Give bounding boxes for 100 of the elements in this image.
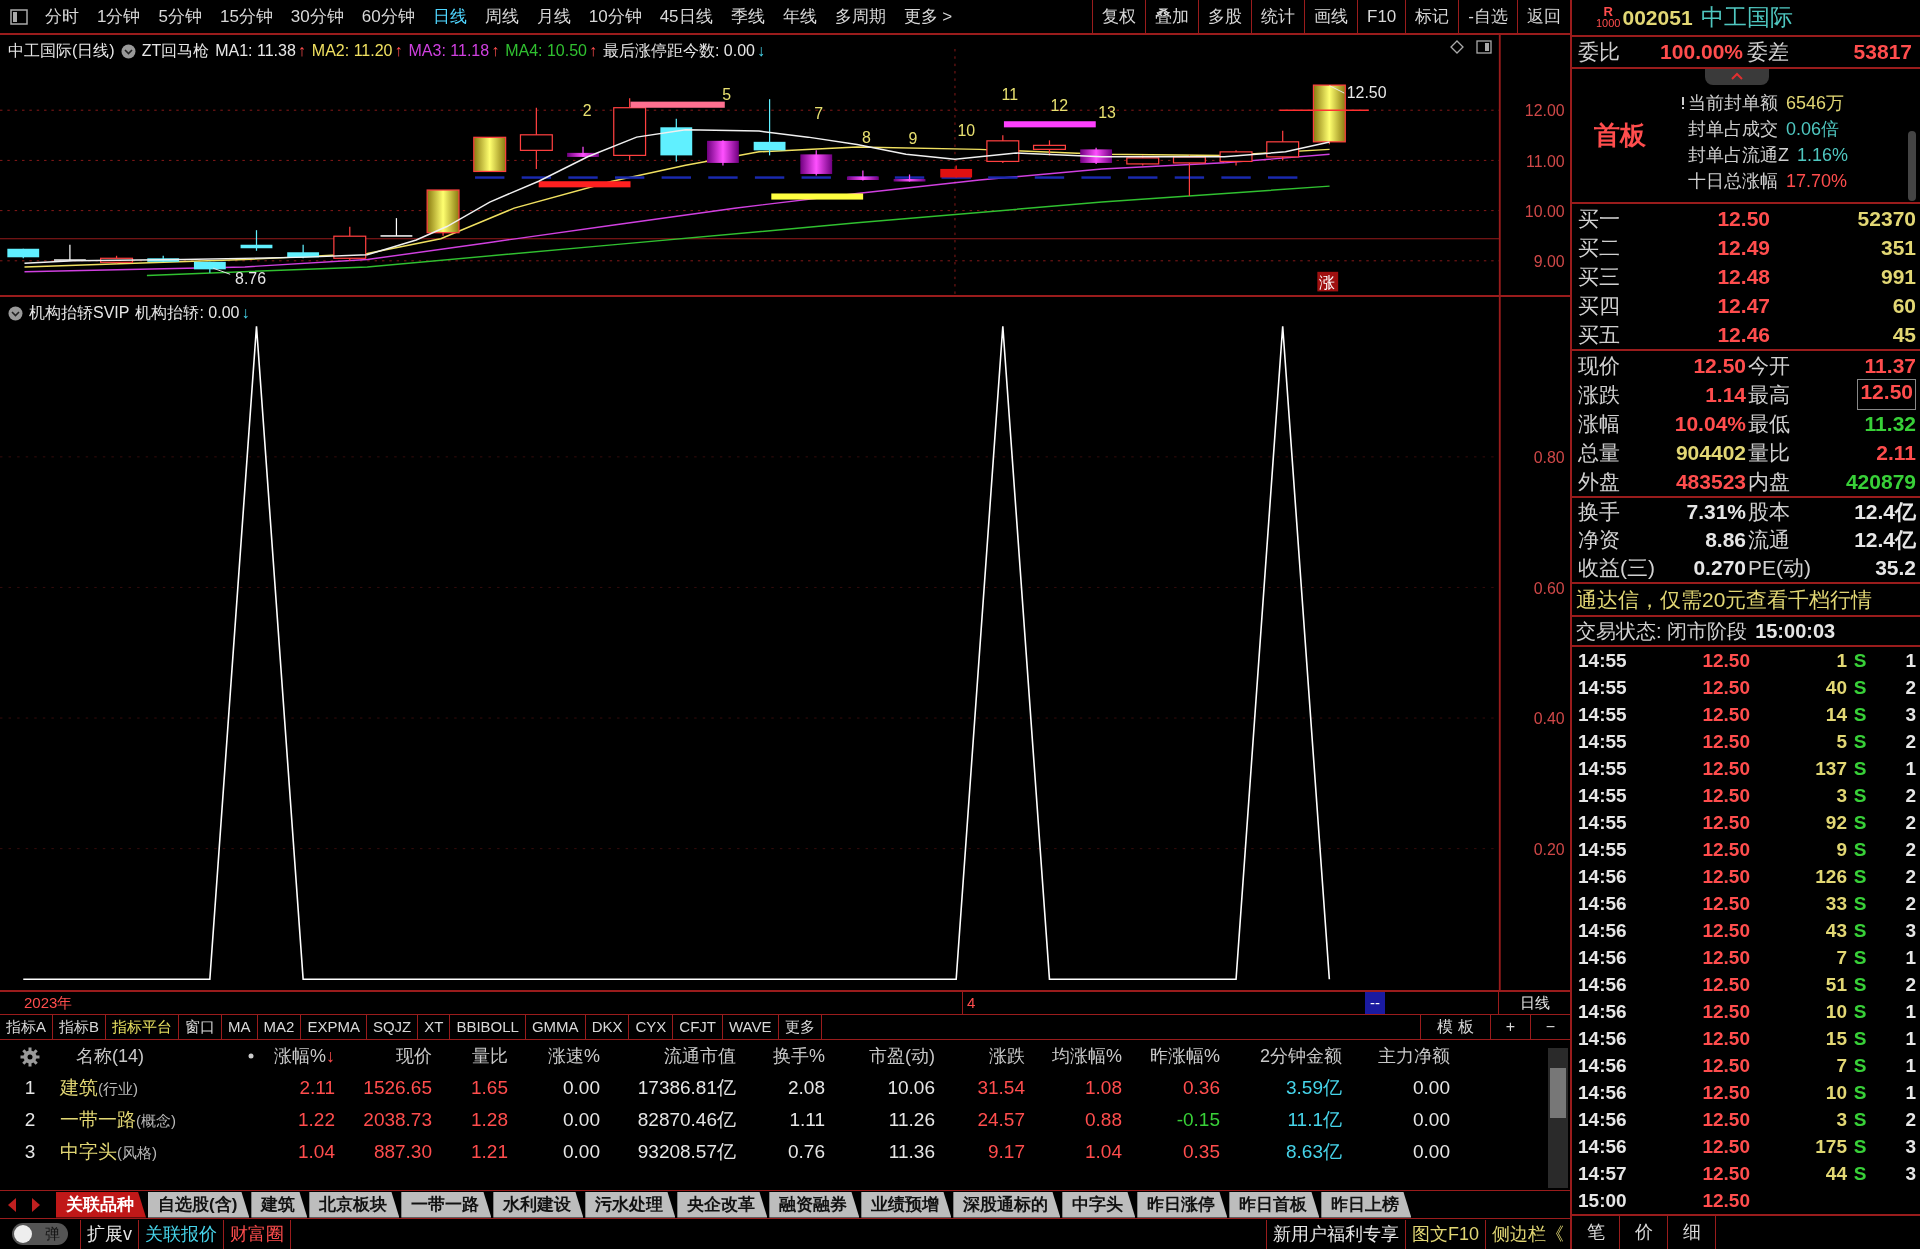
column-header[interactable]: 涨跌 xyxy=(989,1042,1025,1070)
scroll-thumb[interactable] xyxy=(1550,1068,1566,1118)
dropdown-icon[interactable] xyxy=(8,305,23,321)
period-tab[interactable]: 分时 xyxy=(36,0,88,33)
sector-tab[interactable]: 融资融券 xyxy=(769,1191,860,1218)
tick-tab[interactable]: 价 xyxy=(1620,1216,1668,1249)
column-header[interactable]: 流通市值 xyxy=(664,1042,736,1070)
toolbar-button[interactable]: 返回 xyxy=(1517,0,1570,33)
quote-label: 最低 xyxy=(1748,410,1790,437)
sector-tab[interactable]: 昨日涨停 xyxy=(1137,1191,1228,1218)
add-button[interactable]: + xyxy=(1490,1015,1530,1039)
indicator-tab[interactable]: EXPMA xyxy=(301,1015,367,1039)
period-tab[interactable]: 30分钟 xyxy=(281,0,353,33)
indicator-tab[interactable]: MA xyxy=(222,1015,258,1039)
period-tab[interactable]: 周线 xyxy=(475,0,528,33)
period-tab[interactable]: 10分钟 xyxy=(579,0,651,33)
period-tab[interactable]: 多周期 xyxy=(825,0,895,33)
column-header[interactable]: 昨涨幅% xyxy=(1150,1042,1220,1070)
toolbar-button[interactable]: -自选 xyxy=(1458,0,1517,33)
indicator-tab[interactable]: BBIBOLL xyxy=(450,1015,526,1039)
column-header[interactable]: 主力净额 xyxy=(1378,1042,1450,1070)
column-header[interactable]: 现价 xyxy=(396,1042,432,1070)
indicator-tab[interactable]: DKX xyxy=(585,1015,630,1039)
sector-name[interactable]: 中字头 xyxy=(60,1137,117,1167)
indicator-tab[interactable]: 指标B xyxy=(53,1015,107,1039)
table-cell-text: 1.22 xyxy=(297,1107,335,1132)
toolbar-button[interactable]: 画线 xyxy=(1304,0,1358,33)
sector-tab[interactable]: 业绩预增 xyxy=(861,1191,952,1218)
period-tab[interactable]: 季线 xyxy=(721,0,774,33)
sector-tab[interactable]: 央企改革 xyxy=(677,1191,768,1218)
sector-tab[interactable]: 关联品种 xyxy=(56,1191,146,1218)
period-tab[interactable]: 15分钟 xyxy=(210,0,282,33)
toolbar-button[interactable]: 多股 xyxy=(1198,0,1252,33)
sector-tab[interactable]: 污水处理 xyxy=(585,1191,676,1218)
settings-icon[interactable] xyxy=(20,1046,40,1067)
trend-arrow: ↑ xyxy=(588,41,597,61)
sector-name[interactable]: 一带一路 xyxy=(60,1105,136,1135)
status-link[interactable]: 侧边栏《 xyxy=(1485,1219,1570,1249)
period-tab[interactable]: 年线 xyxy=(773,0,826,33)
more-tab[interactable]: 更多 xyxy=(778,1015,822,1039)
column-header[interactable]: 量比 xyxy=(472,1042,508,1070)
column-header[interactable]: 2分钟金额 xyxy=(1260,1042,1342,1070)
quote-value: 12.50 xyxy=(1693,352,1746,379)
indicator-tab[interactable]: SQJZ xyxy=(366,1015,419,1039)
status-link[interactable]: 关联报价 xyxy=(139,1219,224,1249)
remove-button[interactable]: − xyxy=(1530,1015,1570,1039)
sector-type: (概念) xyxy=(136,1110,176,1131)
indicator-tab[interactable]: GMMA xyxy=(525,1015,586,1039)
tick-tab[interactable]: 细 xyxy=(1668,1216,1716,1249)
status-link[interactable]: 新用户福利专享 xyxy=(1265,1219,1405,1249)
indicator-tab[interactable]: CFJT xyxy=(673,1015,723,1039)
panel-icon[interactable] xyxy=(10,8,28,25)
indicator-tab[interactable]: WAVE xyxy=(723,1015,779,1039)
quote-label: 委差 xyxy=(1747,39,1789,65)
toolbar-button[interactable]: 叠加 xyxy=(1145,0,1199,33)
sector-tab[interactable]: 北京板块 xyxy=(309,1191,400,1218)
period-tab[interactable]: 月线 xyxy=(527,0,580,33)
status-link[interactable]: 扩展v xyxy=(81,1219,139,1249)
scroll-arrows-icon[interactable] xyxy=(6,1195,42,1214)
period-tab[interactable]: 60分钟 xyxy=(352,0,424,33)
toolbar-button[interactable]: 统计 xyxy=(1251,0,1305,33)
tick-count: 1 xyxy=(1904,1027,1917,1051)
toolbar-button[interactable]: F10 xyxy=(1357,0,1406,33)
bid-price: 12.47 xyxy=(1716,292,1770,319)
column-header[interactable]: 均涨幅% xyxy=(1052,1042,1122,1070)
period-tab[interactable]: 5分钟 xyxy=(149,0,211,33)
sector-tab[interactable]: 中字头 xyxy=(1062,1191,1136,1218)
dropdown-icon[interactable] xyxy=(120,43,136,59)
more-menu[interactable]: 更多 > xyxy=(894,0,962,33)
column-header[interactable]: 涨幅% xyxy=(274,1042,326,1070)
period-tab[interactable]: 1分钟 xyxy=(88,0,150,33)
indicator-name: 机构抬轿SVIP xyxy=(29,303,130,323)
column-header[interactable]: 市盈(动) xyxy=(869,1042,935,1070)
scrollbar[interactable] xyxy=(1908,130,1916,201)
sector-tab[interactable]: 建筑 xyxy=(251,1191,308,1218)
sector-tab[interactable]: 自选股(含) xyxy=(148,1191,250,1218)
indicator-tab[interactable]: 指标平台 xyxy=(106,1015,180,1039)
toolbar-button[interactable]: 复权 xyxy=(1092,0,1146,33)
sector-tab[interactable]: 昨日首板 xyxy=(1229,1191,1320,1218)
indicator-tab[interactable]: CYX xyxy=(629,1015,674,1039)
indicator-tab[interactable]: MA2 xyxy=(257,1015,302,1039)
tick-tab[interactable]: 笔 xyxy=(1572,1216,1620,1249)
sector-tab[interactable]: 水利建设 xyxy=(493,1191,584,1218)
sector-tab[interactable]: 昨日上榜 xyxy=(1321,1191,1412,1218)
column-header[interactable]: 涨速% xyxy=(548,1042,600,1070)
toolbar-button[interactable]: 标记 xyxy=(1405,0,1459,33)
status-link[interactable]: 财富圈 xyxy=(224,1219,291,1249)
status-link[interactable]: 图文F10 xyxy=(1404,1219,1485,1249)
indicator-tab[interactable]: 指标A xyxy=(0,1015,53,1039)
sector-tab[interactable]: 深股通标的 xyxy=(953,1191,1061,1218)
indicator-tab[interactable]: XT xyxy=(418,1015,451,1039)
sector-tab[interactable]: 一带一路 xyxy=(401,1191,492,1218)
period-tab[interactable]: 日线 xyxy=(423,0,476,33)
template-button[interactable]: 模 板 xyxy=(1420,1015,1490,1039)
period-tab[interactable]: 45日线 xyxy=(650,0,722,33)
promo-text[interactable]: 通达信，仅需20元查看千档行情 xyxy=(1572,584,1920,617)
sector-name[interactable]: 建筑 xyxy=(60,1073,98,1103)
column-header[interactable]: 名称(14) xyxy=(76,1042,144,1070)
indicator-tab[interactable]: 窗口 xyxy=(179,1015,223,1039)
column-header[interactable]: 换手% xyxy=(773,1042,825,1070)
